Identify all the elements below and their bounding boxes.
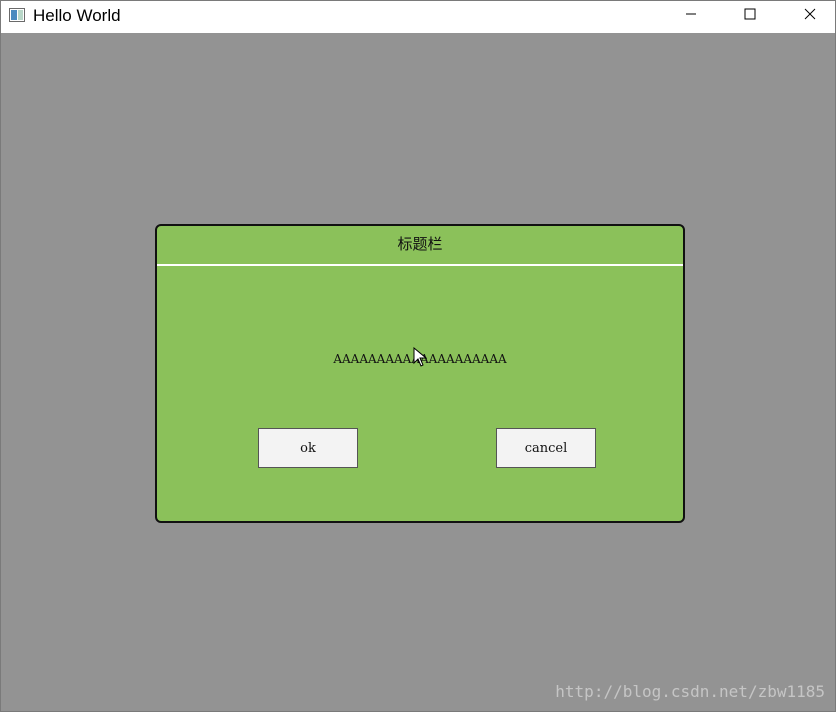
close-icon xyxy=(804,7,816,25)
custom-dialog: 标题栏 AAAAAAAAAAAAAAAAAAAA ok cancel xyxy=(155,224,685,523)
maximize-icon xyxy=(744,7,756,25)
minimize-button[interactable] xyxy=(668,1,714,31)
maximize-button[interactable] xyxy=(727,1,773,31)
dialog-divider xyxy=(157,264,683,266)
ok-button-label: ok xyxy=(300,440,316,456)
watermark: http://blog.csdn.net/zbw1185 xyxy=(555,682,825,701)
mouse-cursor-icon xyxy=(413,346,428,367)
main-window: Hello World 标题栏 ok cancel http://blog.cs… xyxy=(0,0,836,712)
cancel-button[interactable]: cancel xyxy=(496,428,596,468)
close-button[interactable] xyxy=(787,1,833,31)
client-area: 标题栏 AAAAAAAAAAAAAAAAAAAA ok cancel http:… xyxy=(1,33,835,711)
window-title: Hello World xyxy=(33,6,121,25)
app-window-icon xyxy=(9,8,25,22)
window-titlebar[interactable]: Hello World xyxy=(1,1,835,33)
minimize-icon xyxy=(685,7,697,25)
ok-button[interactable]: ok xyxy=(258,428,358,468)
dialog-title: 标题栏 xyxy=(397,235,443,253)
cancel-button-label: cancel xyxy=(524,440,568,456)
